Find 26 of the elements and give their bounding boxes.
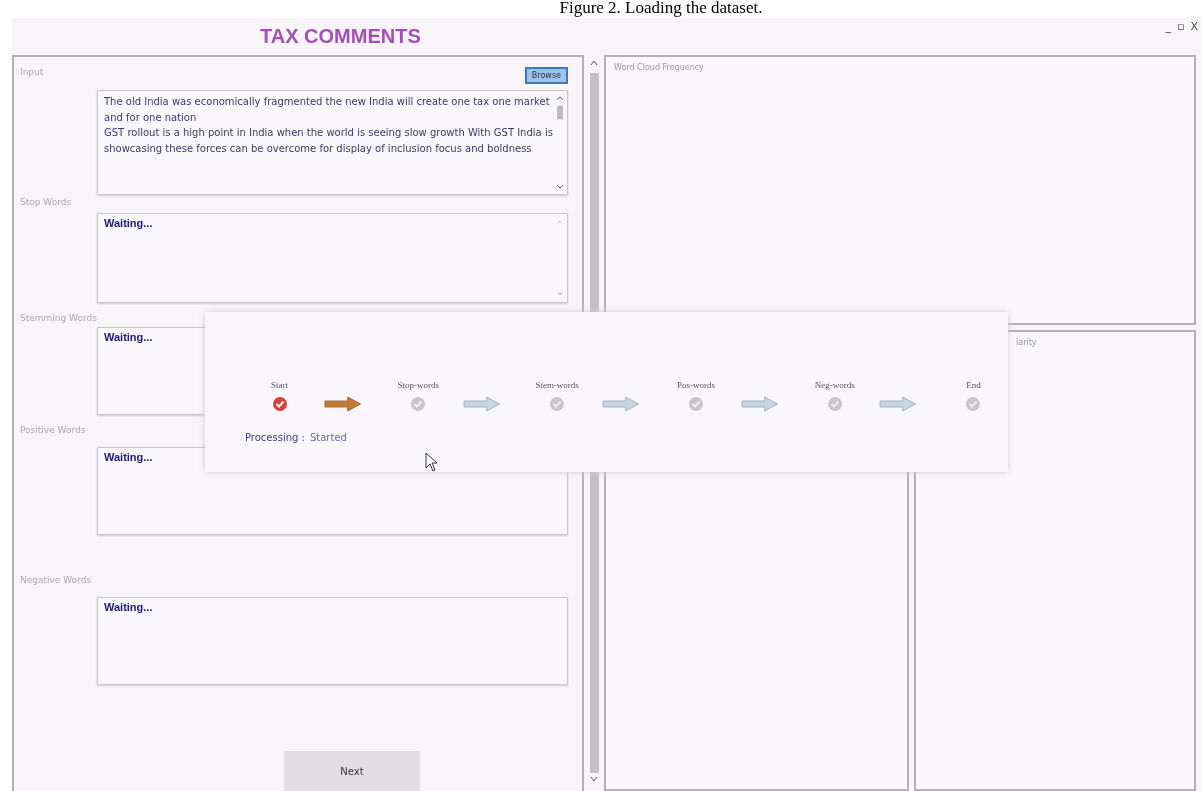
status-value: Started — [309, 432, 347, 443]
step-label: Stop-words — [397, 380, 440, 390]
step-label: Neg-words — [814, 380, 855, 390]
window-title: TAX COMMENTS — [260, 25, 421, 48]
browse-button[interactable]: Browse — [524, 67, 568, 84]
output-field[interactable]: Waiting... — [97, 597, 568, 685]
step-label: Start — [271, 380, 289, 390]
output-field[interactable]: Waiting... — [97, 213, 568, 303]
input-field[interactable]: The old India was economically fragmented the new India will create one tax one market and for one nation GST rollout is a high point in India when the world is seeing slow growth With GST India is showcasing these forces can be overcome for display of inclusion focus and boldness — [97, 90, 568, 195]
next-button[interactable]: Next — [284, 751, 420, 791]
window-control[interactable]: ▫ — [1177, 20, 1185, 33]
scrollbar-icon[interactable] — [555, 94, 565, 191]
step-label: Pos-words — [676, 380, 715, 390]
step-label: End — [966, 380, 981, 390]
field-label: Positive Words — [20, 425, 87, 435]
field-label: Negative Words — [20, 575, 93, 585]
field-label: Stop Words — [20, 197, 73, 207]
field-label: Input — [20, 67, 44, 77]
panel-title: Word Cloud Frequency — [614, 63, 705, 72]
field-label: Stemming Words — [20, 313, 98, 323]
step-label: Stem-words — [535, 380, 579, 390]
window-control[interactable]: _ — [1165, 20, 1171, 33]
window-control[interactable]: X — [1190, 20, 1198, 33]
figure-caption: Figure 2. Loading the dataset. — [558, 0, 764, 18]
panel-title: larity — [1016, 338, 1038, 347]
status-label: Processing : — [245, 432, 305, 443]
